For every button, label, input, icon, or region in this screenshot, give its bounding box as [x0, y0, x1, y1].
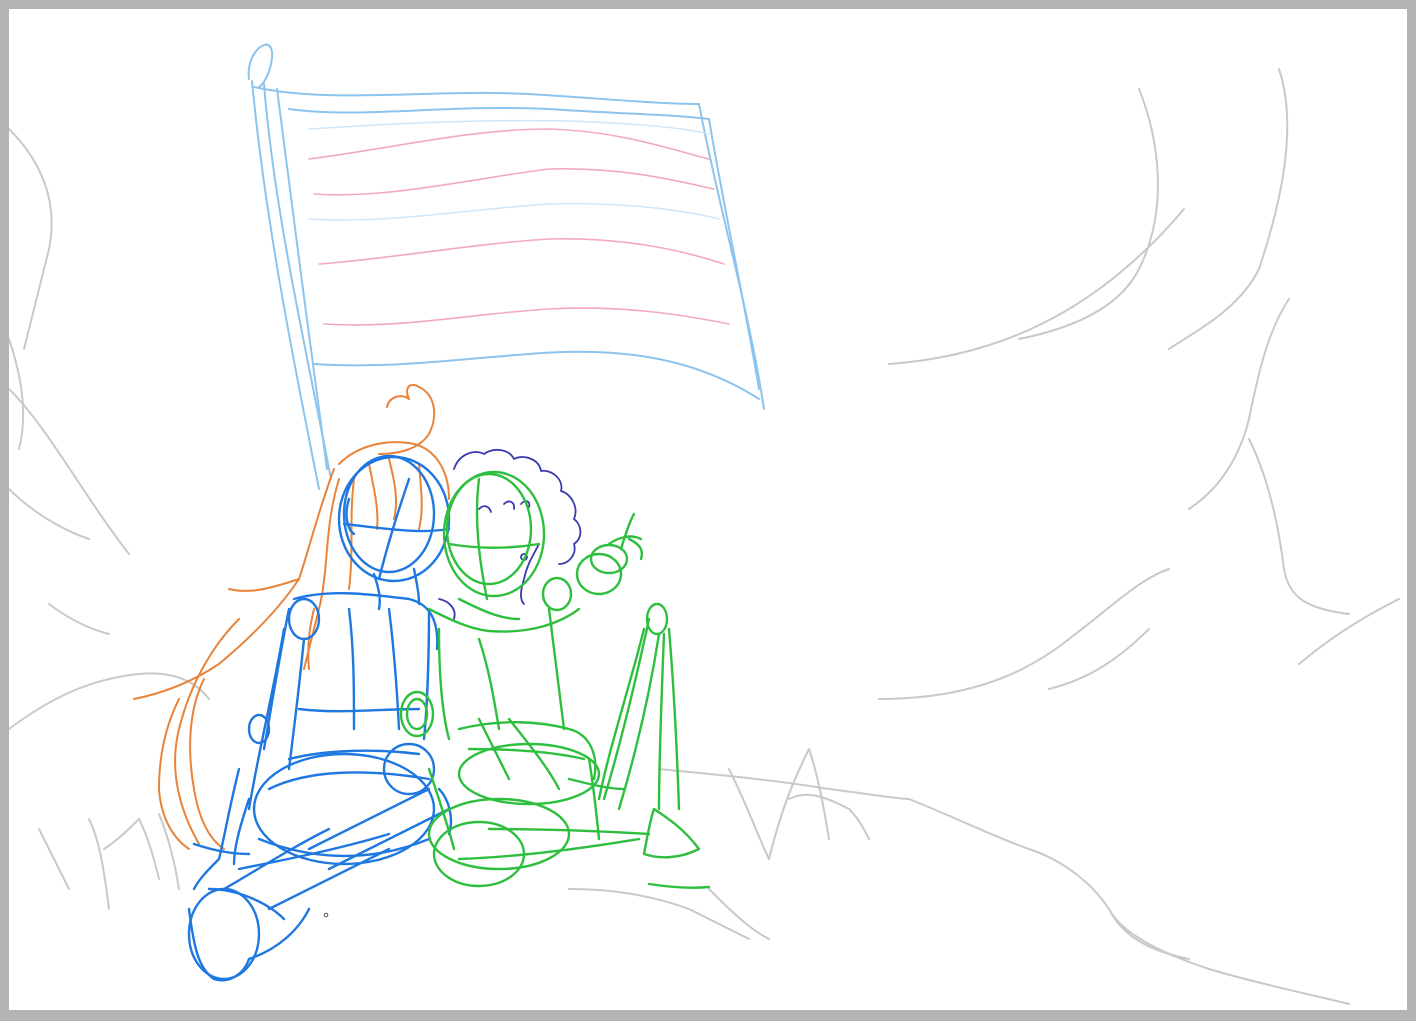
- background-sketch-layer: [9, 68, 1400, 1005]
- flag-stripes: [308, 128, 730, 326]
- blue-foot: [187, 887, 261, 981]
- sketch-artwork: [9, 43, 1400, 1005]
- canvas-frame: [0, 0, 1416, 1021]
- flag-layer: [247, 43, 765, 490]
- flag-pole-left: [251, 80, 320, 490]
- green-shoulder: [541, 576, 573, 612]
- flag-bottom-edge: [313, 350, 760, 400]
- blue-shoulder: [287, 597, 321, 641]
- green-foot: [642, 807, 701, 859]
- figure-green-layer: [399, 470, 711, 889]
- flag-light-strokes: [308, 119, 720, 221]
- figure-blue-layer: [187, 454, 453, 982]
- flag-top-edge: [253, 86, 700, 105]
- brush-cursor: [323, 912, 329, 918]
- drawing-canvas[interactable]: [9, 9, 1407, 1010]
